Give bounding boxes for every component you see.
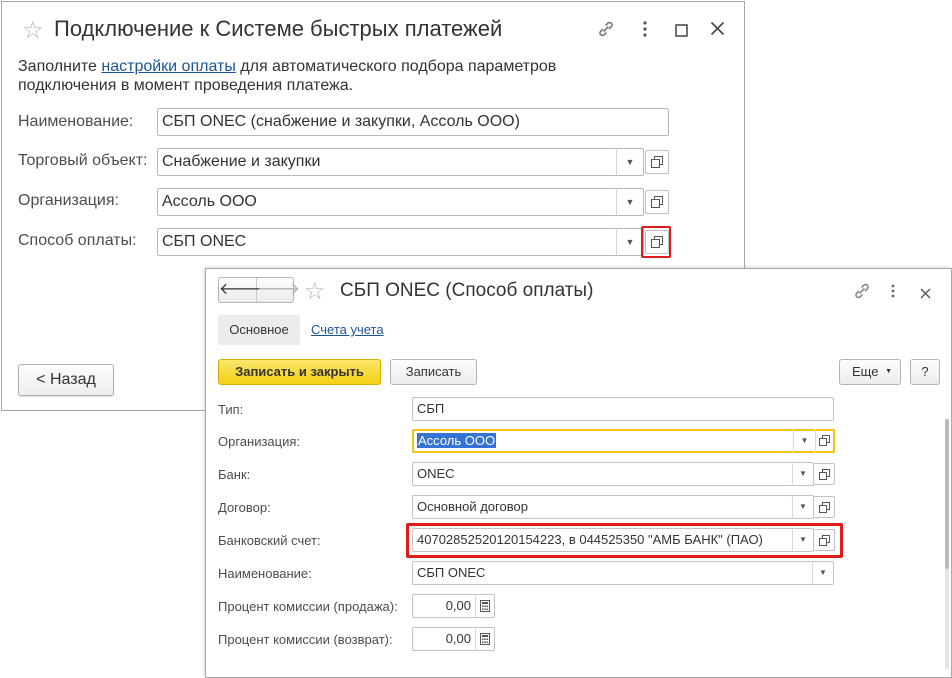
commission-sale-input[interactable]: 0,00: [412, 594, 476, 618]
trade-object-open-icon[interactable]: [645, 150, 669, 174]
intro-prefix: Заполните: [18, 58, 102, 75]
tab-accounts[interactable]: Счета учета: [311, 322, 384, 337]
payment-method-input[interactable]: СБП ONEC: [157, 228, 617, 256]
organization-input[interactable]: Ассоль ООО: [412, 429, 793, 453]
name-label: Наименование:: [18, 113, 134, 130]
window-title: СБП ONEC (Способ оплаты): [340, 280, 594, 301]
favorite-star-icon[interactable]: ☆: [304, 277, 326, 306]
calculator-icon[interactable]: [475, 594, 495, 618]
commission-return-label: Процент комиссии (возврат):: [218, 632, 393, 647]
intro-text: Заполните настройки оплаты для автоматич…: [18, 57, 618, 95]
name-dropdown-icon[interactable]: ▼: [812, 561, 834, 585]
highlight-box: [406, 523, 843, 558]
bank-dropdown-icon[interactable]: ▼: [792, 462, 814, 486]
window-title: Подключение к Системе быстрых платежей: [54, 16, 503, 41]
trade-object-input[interactable]: Снабжение и закупки: [157, 148, 617, 176]
organization-label: Организация:: [18, 192, 119, 209]
bank-account-label: Банковский счет:: [218, 533, 321, 548]
close-icon[interactable]: [710, 21, 725, 39]
highlight-box: [641, 226, 671, 258]
tab-main[interactable]: Основное: [218, 315, 300, 345]
name-label: Наименование:: [218, 566, 312, 581]
name-input[interactable]: СБП ONEC: [412, 561, 817, 585]
payment-settings-link[interactable]: настройки оплаты: [101, 58, 235, 75]
organization-dropdown-icon[interactable]: ▼: [616, 188, 644, 216]
contract-open-icon[interactable]: [813, 496, 835, 518]
link-icon[interactable]: [596, 19, 616, 42]
scrollbar-thumb[interactable]: [945, 419, 949, 569]
forward-arrow-icon[interactable]: 🡒: [257, 278, 300, 302]
navigation-group: 🡐 🡒: [218, 277, 300, 303]
more-vertical-icon[interactable]: [890, 283, 896, 302]
trade-object-label: Торговый объект:: [18, 152, 148, 169]
bank-input[interactable]: ONEC: [412, 462, 793, 486]
payment-method-label: Способ оплаты:: [18, 232, 137, 249]
organization-dropdown-icon[interactable]: ▼: [793, 429, 815, 453]
payment-method-dropdown-icon[interactable]: ▼: [616, 228, 644, 256]
contract-label: Договор:: [218, 500, 271, 515]
back-button[interactable]: < Назад: [18, 364, 114, 396]
organization-selected-text: Ассоль ООО: [417, 433, 497, 448]
name-input[interactable]: СБП ONEC (снабжение и закупки, Ассоль ОО…: [157, 108, 669, 136]
contract-dropdown-icon[interactable]: ▼: [792, 495, 814, 519]
calculator-icon[interactable]: [475, 627, 495, 651]
contract-input[interactable]: Основной договор: [412, 495, 793, 519]
close-icon[interactable]: [920, 284, 931, 302]
favorite-star-icon[interactable]: ☆: [22, 16, 44, 45]
type-input[interactable]: СБП: [412, 397, 834, 421]
commission-sale-label: Процент комиссии (продажа):: [218, 599, 398, 614]
organization-open-icon[interactable]: [815, 429, 835, 453]
save-button[interactable]: Записать: [390, 359, 477, 385]
more-button-label: Еще: [852, 364, 879, 379]
back-arrow-icon[interactable]: 🡐: [219, 278, 262, 302]
more-vertical-icon[interactable]: [642, 20, 648, 41]
payment-method-window: 🡐 🡒 ☆ СБП ONEC (Способ оплаты) Основное …: [205, 268, 952, 678]
maximize-icon[interactable]: [675, 22, 688, 40]
more-dropdown-icon: ▼: [885, 368, 892, 375]
bank-label: Банк:: [218, 467, 251, 482]
help-button[interactable]: ?: [910, 359, 940, 385]
commission-return-input[interactable]: 0,00: [412, 627, 476, 651]
bank-open-icon[interactable]: [813, 463, 835, 485]
more-button[interactable]: Еще ▼: [839, 359, 901, 385]
save-and-close-button[interactable]: Записать и закрыть: [218, 359, 381, 385]
organization-open-icon[interactable]: [645, 190, 669, 214]
type-label: Тип:: [218, 402, 244, 417]
trade-object-dropdown-icon[interactable]: ▼: [616, 148, 644, 176]
link-icon[interactable]: [852, 281, 872, 304]
organization-input[interactable]: Ассоль ООО: [157, 188, 617, 216]
organization-label: Организация:: [218, 434, 301, 449]
